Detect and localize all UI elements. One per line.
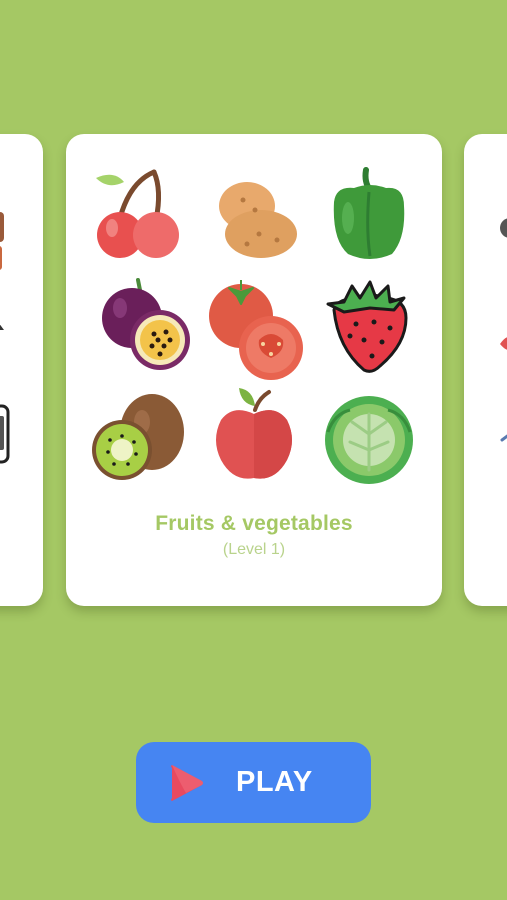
item-cell-tomato [199,274,309,384]
item-cell-cherry [84,160,194,270]
cherry-icon [96,169,179,258]
green-pepper-icon [333,167,405,259]
item-grid [66,134,442,484]
kiwi-icon [92,394,184,480]
previous-category-card[interactable] [0,134,43,606]
item-cell-potato [199,160,309,270]
peek-blue-item-icon [500,434,507,442]
peek-red-item-icon [500,337,507,350]
peek-dark-item-icon [0,324,4,330]
item-cell-cabbage [314,384,424,494]
apple-icon [216,388,292,479]
play-button[interactable]: PLAY [136,742,371,823]
item-cell-strawberry [314,274,424,384]
category-select-screen: Fruits & vegetables (Level 1) PLAY [0,0,507,900]
tomato-icon [209,280,303,380]
item-cell-apple [199,384,309,494]
cabbage-icon [325,396,413,484]
item-cell-kiwi [84,384,194,494]
next-card-icons [500,218,507,442]
peek-brown-item-icon [0,212,4,242]
item-cell-passion-fruit [84,274,194,384]
next-category-card[interactable] [464,134,507,606]
peek-gray-item-icon [500,218,507,238]
category-level: (Level 1) [222,541,286,558]
category-title: Fruits & vegetables [155,512,353,535]
strawberry-icon [326,280,408,373]
item-cell-green-pepper [314,160,424,270]
passion-fruit-icon [102,278,190,370]
potato-icon [219,182,297,258]
play-label: PLAY [236,766,313,798]
previous-card-icons [0,212,10,464]
category-card[interactable]: Fruits & vegetables (Level 1) [66,134,442,606]
play-icon [171,765,203,801]
